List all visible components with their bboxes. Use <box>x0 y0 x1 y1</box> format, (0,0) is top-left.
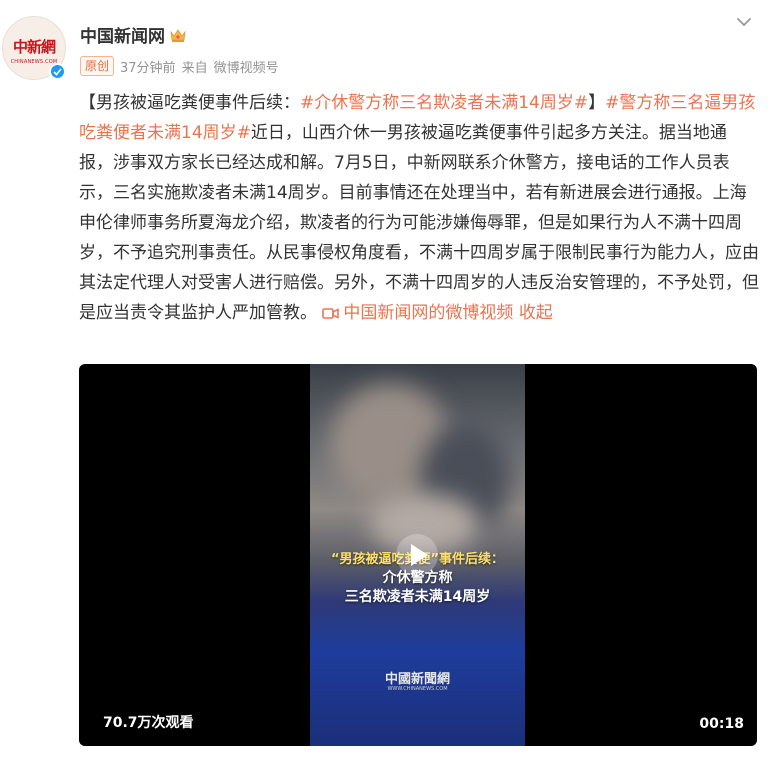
account-name-text[interactable]: 中国新闻网 <box>80 22 165 47</box>
post-meta: 原创 37分钟前 来自 微博视频号 <box>80 56 279 76</box>
play-icon[interactable] <box>395 533 439 577</box>
crown-icon[interactable] <box>169 27 187 43</box>
hashtag-link[interactable]: #介休警方称三名欺凌者未满14周岁# <box>300 93 588 113</box>
verified-icon <box>49 63 66 80</box>
video-duration: 00:18 <box>699 716 744 732</box>
avatar-logo-sub: CHINANEWS.COM <box>10 58 58 65</box>
account-name[interactable]: 中国新闻网 <box>80 22 187 47</box>
post-text: 【男孩被逼吃粪便事件后续：#介休警方称三名欺凌者未满14周岁#】#警方称三名逼男… <box>79 88 759 330</box>
video-camera-icon <box>322 300 340 330</box>
avatar[interactable]: 中新網 CHINANEWS.COM <box>2 16 66 80</box>
video-watermark: 中國新聞網 <box>384 672 450 687</box>
avatar-logo: 中新網 <box>12 37 56 56</box>
video-link[interactable]: 中国新闻网的微博视频 <box>322 303 513 323</box>
post-time[interactable]: 37分钟前 <box>120 57 176 76</box>
post-source[interactable]: 微博视频号 <box>214 57 279 76</box>
source-prefix: 来自 <box>181 60 208 76</box>
view-count: 70.7万次观看 <box>103 715 194 731</box>
bracket-close: 】 <box>588 93 606 113</box>
video-link-label[interactable]: 中国新闻网的微博视频 <box>343 303 513 323</box>
chevron-down-icon[interactable] <box>735 14 753 28</box>
collapse-link[interactable]: 收起 <box>519 303 553 323</box>
video-watermark-sub: WWW.CHINANEWS.COM <box>387 686 448 692</box>
video-player[interactable]: “男孩被逼吃粪便”事件后续： 介休警方称 三名欺凌者未满14周岁 中國新聞網 W… <box>79 364 757 746</box>
bracket-open: 【 <box>79 93 96 113</box>
original-badge: 原创 <box>80 56 115 76</box>
post-body: 近日，山西介休一男孩被逼吃粪便事件引起多方关注。据当地通报，涉事双方家长已经达成… <box>79 123 759 323</box>
video-caption-line: 三名欺凌者未满14周岁 <box>344 589 491 605</box>
post-title: 男孩被逼吃粪便事件后续： <box>96 93 300 113</box>
